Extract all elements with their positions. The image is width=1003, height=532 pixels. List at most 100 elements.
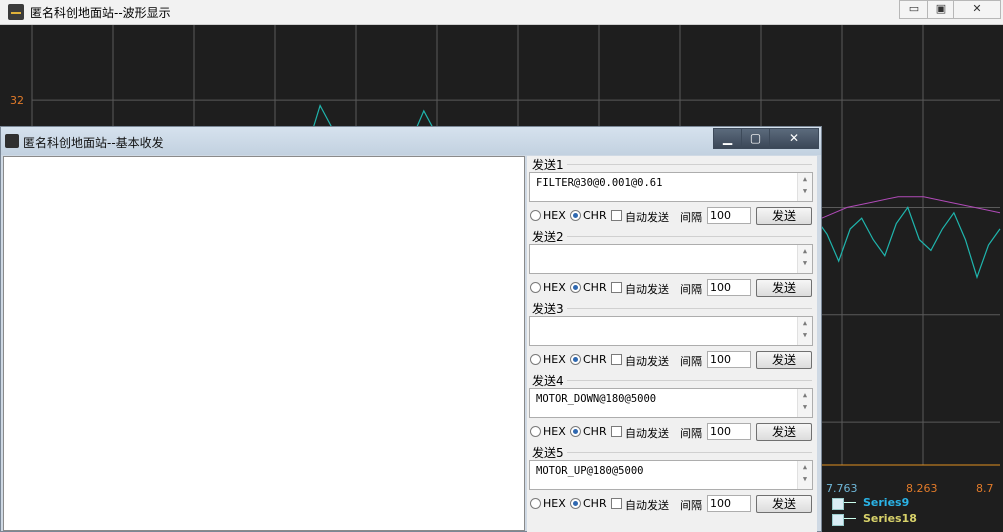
x-tick-label: 8.7 (976, 482, 994, 495)
send-group-label: 发送5 (532, 446, 564, 460)
scroll-down-icon[interactable]: ▼ (798, 329, 812, 341)
chr-radio[interactable] (570, 210, 581, 221)
legend-item[interactable]: Series18 (828, 512, 928, 526)
chr-radio[interactable] (570, 282, 581, 293)
send-group-1: 发送1 FILTER@30@0.001@0.61 ▲ ▼ HEX CHR 自动发送 间隔 100… (527, 156, 817, 228)
chr-label: CHR (583, 425, 607, 438)
interval-label: 间隔 (680, 427, 702, 440)
send-options-row: HEX CHR 自动发送 间隔 100 发送 (527, 422, 817, 442)
send-group-4: 发送4 MOTOR_DOWN@180@5000 ▲ ▼ HEX CHR 自动发送 间隔 100 发… (527, 372, 817, 444)
auto-send-checkbox[interactable] (611, 426, 622, 437)
interval-input[interactable]: 100 (707, 423, 751, 440)
scroll-up-icon[interactable]: ▲ (798, 173, 812, 185)
close-button[interactable]: ✕ (769, 128, 819, 149)
send-text-field[interactable]: ▲ ▼ (529, 244, 813, 274)
send-button[interactable]: 发送 (756, 279, 812, 297)
legend-label: Series18 (863, 512, 917, 525)
text-scrollbar[interactable]: ▲ ▼ (797, 173, 812, 201)
waveform-titlebar: 匿名科创地面站--波形显示 ▭ ▣ ✕ (0, 0, 1003, 25)
send-options-row: HEX CHR 自动发送 间隔 100 发送 (527, 206, 817, 226)
chr-label: CHR (583, 281, 607, 294)
scroll-up-icon[interactable]: ▲ (798, 389, 812, 401)
legend-item[interactable]: Series9 (828, 496, 928, 510)
auto-send-label: 自动发送 (625, 499, 669, 512)
interval-label: 间隔 (680, 355, 702, 368)
hex-radio[interactable] (530, 498, 541, 509)
receive-text-area[interactable] (3, 156, 525, 531)
text-scrollbar[interactable]: ▲ ▼ (797, 317, 812, 345)
interval-input[interactable]: 100 (707, 351, 751, 368)
close-button[interactable]: ✕ (953, 0, 1001, 19)
interval-input[interactable]: 100 (707, 495, 751, 512)
send-button[interactable]: 发送 (756, 423, 812, 441)
send-text-value: MOTOR_DOWN@180@5000 (536, 393, 657, 405)
scroll-up-icon[interactable]: ▲ (798, 461, 812, 473)
interval-label: 间隔 (680, 499, 702, 512)
send-group-3: 发送3 ▲ ▼ HEX CHR 自动发送 间隔 100 发送 (527, 300, 817, 372)
scroll-up-icon[interactable]: ▲ (798, 245, 812, 257)
send-group-2: 发送2 ▲ ▼ HEX CHR 自动发送 间隔 100 发送 (527, 228, 817, 300)
group-divider (567, 308, 812, 309)
legend-swatch (832, 514, 844, 526)
auto-send-label: 自动发送 (625, 355, 669, 368)
transceiver-titlebar: 匿名科创地面站--基本收发 ▁ ▢ ✕ (1, 127, 821, 155)
auto-send-checkbox[interactable] (611, 210, 622, 221)
chr-radio[interactable] (570, 498, 581, 509)
interval-input[interactable]: 100 (707, 207, 751, 224)
auto-send-checkbox[interactable] (611, 282, 622, 293)
hex-label: HEX (543, 353, 566, 366)
scroll-down-icon[interactable]: ▼ (798, 473, 812, 485)
auto-send-checkbox[interactable] (611, 498, 622, 509)
text-scrollbar[interactable]: ▲ ▼ (797, 245, 812, 273)
send-panel: 发送1 FILTER@30@0.001@0.61 ▲ ▼ HEX CHR 自动发送 间隔 100… (527, 156, 817, 532)
send-options-row: HEX CHR 自动发送 间隔 100 发送 (527, 494, 817, 514)
y-tick-label: 32 (10, 94, 24, 107)
interval-label: 间隔 (680, 211, 702, 224)
chr-label: CHR (583, 353, 607, 366)
x-tick-label: 7.763 (826, 482, 858, 495)
send-text-value: FILTER@30@0.001@0.61 (536, 177, 663, 189)
scroll-down-icon[interactable]: ▼ (798, 401, 812, 413)
hex-label: HEX (543, 209, 566, 222)
send-text-field[interactable]: FILTER@30@0.001@0.61 ▲ ▼ (529, 172, 813, 202)
chr-radio[interactable] (570, 354, 581, 365)
group-divider (567, 236, 812, 237)
legend-line (844, 518, 856, 519)
text-scrollbar[interactable]: ▲ ▼ (797, 461, 812, 489)
send-text-field[interactable]: ▲ ▼ (529, 316, 813, 346)
send-button[interactable]: 发送 (756, 351, 812, 369)
hex-label: HEX (543, 281, 566, 294)
interval-input[interactable]: 100 (707, 279, 751, 296)
minimize-button[interactable]: ▭ (899, 0, 929, 19)
maximize-button[interactable]: ▣ (927, 0, 955, 19)
scroll-up-icon[interactable]: ▲ (798, 317, 812, 329)
maximize-button[interactable]: ▢ (741, 128, 770, 149)
minimize-button[interactable]: ▁ (713, 128, 742, 149)
x-tick-label: 8.263 (906, 482, 938, 495)
group-divider (567, 380, 812, 381)
group-divider (567, 164, 812, 165)
interval-label: 间隔 (680, 283, 702, 296)
send-group-label: 发送2 (532, 230, 564, 244)
text-scrollbar[interactable]: ▲ ▼ (797, 389, 812, 417)
hex-radio[interactable] (530, 282, 541, 293)
send-button[interactable]: 发送 (756, 207, 812, 225)
auto-send-label: 自动发送 (625, 427, 669, 440)
send-group-label: 发送3 (532, 302, 564, 316)
scroll-down-icon[interactable]: ▼ (798, 185, 812, 197)
hex-radio[interactable] (530, 426, 541, 437)
transceiver-window-title: 匿名科创地面站--基本收发 (23, 136, 164, 150)
auto-send-checkbox[interactable] (611, 354, 622, 365)
hex-label: HEX (543, 425, 566, 438)
legend-swatch (832, 498, 844, 510)
hex-radio[interactable] (530, 354, 541, 365)
send-button[interactable]: 发送 (756, 495, 812, 513)
hex-label: HEX (543, 497, 566, 510)
chr-radio[interactable] (570, 426, 581, 437)
send-text-field[interactable]: MOTOR_UP@180@5000 ▲ ▼ (529, 460, 813, 490)
scroll-down-icon[interactable]: ▼ (798, 257, 812, 269)
send-group-label: 发送4 (532, 374, 564, 388)
send-text-field[interactable]: MOTOR_DOWN@180@5000 ▲ ▼ (529, 388, 813, 418)
hex-radio[interactable] (530, 210, 541, 221)
legend-line (844, 502, 856, 503)
